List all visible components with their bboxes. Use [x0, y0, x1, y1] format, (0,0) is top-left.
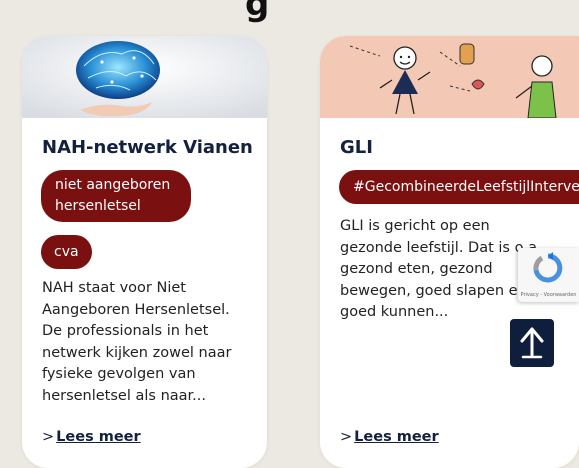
recaptcha-icon	[533, 252, 563, 283]
card-title: NAH-netwerk Vianen	[42, 137, 253, 158]
lees-meer-link[interactable]: > Lees meer	[42, 429, 141, 445]
arrow-up-icon	[520, 327, 544, 359]
brain-hand-icon	[22, 36, 267, 118]
recaptcha-footer[interactable]: Privacy - Voorwaarden	[518, 292, 579, 298]
tag-cva[interactable]: cva	[41, 235, 92, 269]
page-heading-partial: g	[245, 0, 270, 24]
lees-meer-link[interactable]: > Lees meer	[340, 429, 439, 445]
card-image	[22, 36, 267, 118]
tag-niet-aangeboren-hersenletsel[interactable]: niet aangeboren hersenletsel	[41, 170, 192, 222]
tag-gecombineerde-leefstijl-interventie[interactable]: #GecombineerdeLeefstijlInterventie	[339, 170, 579, 204]
scroll-to-top-button[interactable]	[510, 319, 554, 367]
chevron-right-icon: >	[42, 429, 55, 445]
card-title: GLI	[340, 137, 373, 158]
card-description: GLI is gericht op een gezonde leefstijl.…	[340, 218, 537, 320]
chevron-right-icon: >	[340, 429, 353, 445]
recaptcha-badge[interactable]: Privacy - Voorwaarden	[518, 248, 579, 302]
card-description: NAH staat voor Niet Aangeboren Hersenlet…	[42, 280, 232, 404]
card-nah-netwerk[interactable]: NAH-netwerk Vianen niet aangeboren herse…	[22, 36, 267, 468]
card-image	[320, 36, 579, 118]
lifestyle-illustration-icon	[320, 36, 579, 118]
